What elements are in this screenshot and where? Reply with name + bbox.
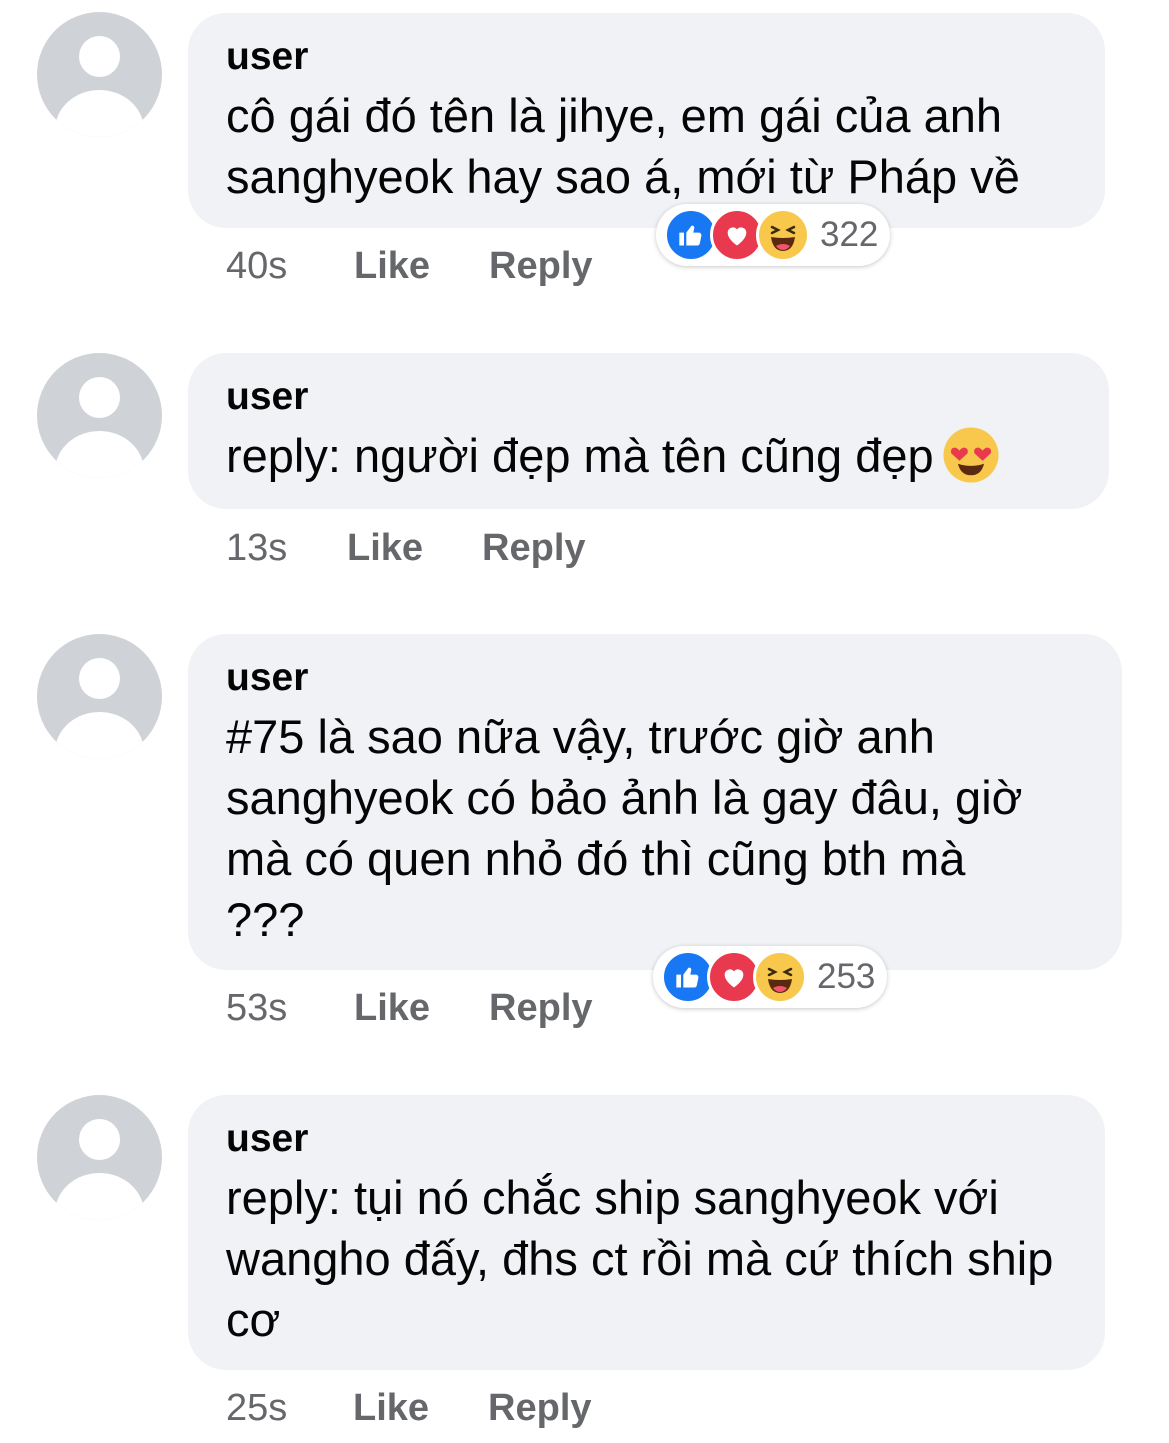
avatar-body-shape <box>55 712 144 759</box>
comment-author[interactable]: user <box>226 654 1088 702</box>
comment-timestamp[interactable]: 40s <box>226 245 354 288</box>
comment-author[interactable]: user <box>226 33 1071 81</box>
comment-text: reply: người đẹp mà tên cũng đẹp <box>226 429 934 482</box>
comment-actions: 25s Like Reply <box>226 1387 651 1430</box>
haha-icon <box>756 208 810 262</box>
avatar-body-shape <box>55 1173 144 1220</box>
like-button[interactable]: Like <box>354 987 430 1030</box>
comment-text: reply: tụi nó chắc ship sanghyeok với wa… <box>226 1171 1054 1346</box>
comment-author[interactable]: user <box>226 1115 1071 1163</box>
comment-timestamp[interactable]: 53s <box>226 987 354 1030</box>
comment-text-line: reply: người đẹp mà tên cũng đẹp <box>226 425 1075 498</box>
avatar-head-shape <box>79 658 120 699</box>
reply-button[interactable]: Reply <box>489 245 592 288</box>
comment-actions: 53s Like Reply <box>226 987 652 1030</box>
comment-bubble: user reply: người đẹp mà tên cũng đẹp <box>188 353 1109 509</box>
like-button[interactable]: Like <box>354 245 430 288</box>
reactions-summary[interactable]: 253 <box>653 946 888 1008</box>
comment-actions: 13s Like Reply <box>226 527 645 570</box>
comment-text: cô gái đó tên là jihye, em gái của anh s… <box>226 89 1020 203</box>
reactions-summary[interactable]: 322 <box>656 204 891 266</box>
avatar-head-shape <box>79 1119 120 1160</box>
comment-timestamp[interactable]: 25s <box>226 1387 353 1430</box>
comment-bubble: user reply: tụi nó chắc ship sanghyeok v… <box>188 1095 1105 1370</box>
avatar-body-shape <box>55 90 144 137</box>
haha-icon <box>753 950 807 1004</box>
comment-bubble: user cô gái đó tên là jihye, em gái của … <box>188 13 1105 228</box>
avatar-head-shape <box>79 377 120 418</box>
avatar-body-shape <box>55 431 144 478</box>
reply-button[interactable]: Reply <box>489 987 592 1030</box>
reply-button[interactable]: Reply <box>488 1387 591 1430</box>
like-button[interactable]: Like <box>347 527 423 570</box>
avatar[interactable] <box>37 353 162 478</box>
comment-actions: 40s Like Reply <box>226 245 652 288</box>
heart-eyes-emoji-icon <box>942 426 1000 498</box>
reply-button[interactable]: Reply <box>482 527 585 570</box>
comment-text: #75 là sao nữa vậy, trước giờ anh sanghy… <box>226 710 1023 946</box>
avatar[interactable] <box>37 1095 162 1220</box>
comment-author[interactable]: user <box>226 373 1075 421</box>
reaction-count: 322 <box>820 215 879 254</box>
avatar[interactable] <box>37 12 162 137</box>
reaction-count: 253 <box>817 957 876 996</box>
like-button[interactable]: Like <box>353 1387 429 1430</box>
avatar-head-shape <box>79 36 120 77</box>
avatar[interactable] <box>37 634 162 759</box>
comment-timestamp[interactable]: 13s <box>226 527 347 570</box>
comment-bubble: user #75 là sao nữa vậy, trước giờ anh s… <box>188 634 1122 970</box>
